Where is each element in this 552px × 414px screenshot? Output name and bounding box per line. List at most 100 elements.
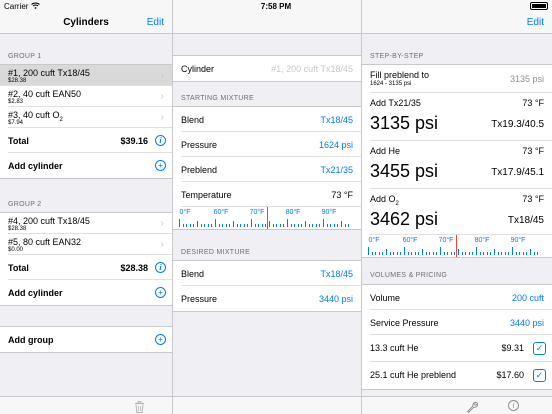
add-cylinder-label: Add cylinder: [8, 288, 63, 298]
ruler-tick: [337, 224, 339, 227]
ruler-tick: [341, 221, 342, 227]
info-icon[interactable]: i: [508, 400, 519, 411]
edit-button[interactable]: Edit: [527, 17, 544, 28]
step-row-2: Add He 73 °F 3455 psi Tx17.9/45.1: [370, 141, 552, 189]
blend-value[interactable]: Tx18/45: [320, 269, 353, 279]
ruler-tick: [344, 224, 346, 227]
service-pressure-label: Service Pressure: [370, 318, 439, 328]
cylinder-select-row[interactable]: Cylinder #1, 200 cuft Tx18/45: [181, 56, 361, 81]
ruler-tick: [429, 252, 431, 255]
temperature-slider[interactable]: 0°F 60°F 70°F 80°F 90°F: [173, 207, 361, 229]
ruler-tick: [530, 249, 531, 255]
ruler-tick: [396, 252, 398, 255]
cylinder-name: #1, 200 cuft Tx18/45: [8, 68, 90, 78]
battery-indicator: [530, 2, 548, 10]
ruler-label: 60°F: [402, 237, 418, 244]
ruler-tick: [404, 247, 405, 255]
ruler-tick: [283, 224, 285, 227]
ruler-tick: [200, 224, 202, 227]
ruler-tick: [179, 219, 180, 227]
starting-mixture-group: Blend Tx18/45 Pressure 1624 psi Preblend…: [173, 106, 361, 230]
ruler-tick: [418, 252, 420, 255]
right-toolbar: i: [362, 396, 552, 414]
ruler-tick: [519, 252, 521, 255]
desired-mixture-header: DESIRED MIXTURE: [181, 249, 251, 256]
add-cylinder-row-1[interactable]: Add cylinder +: [8, 153, 172, 178]
mixture-panel: Cylinder #1, 200 cuft Tx18/45 STARTING M…: [173, 0, 362, 414]
ruler-tick: [315, 224, 317, 227]
volume-value[interactable]: 200 cuft: [512, 293, 544, 303]
ruler-tick: [375, 252, 377, 255]
ruler-tick: [368, 247, 369, 255]
ruler-label: 60°F: [213, 209, 229, 216]
cylinder-row-3[interactable]: #3, 40 cuft O2 $7.94 ›: [8, 107, 172, 128]
ruler-tick: [386, 249, 387, 255]
temperature-needle[interactable]: [267, 207, 268, 229]
desired-blend-row[interactable]: Blend Tx18/45: [181, 261, 361, 286]
ruler-tick: [497, 252, 499, 255]
info-icon[interactable]: i: [155, 262, 166, 273]
ruler-tick: [476, 247, 477, 255]
add-group-row[interactable]: Add group +: [8, 327, 172, 352]
wrench-icon[interactable]: [466, 400, 479, 414]
temperature-needle[interactable]: [456, 235, 457, 257]
ruler-tick: [218, 224, 220, 227]
service-pressure-value[interactable]: 3440 psi: [510, 318, 544, 328]
ruler-label: 90°F: [321, 209, 337, 216]
add-icon[interactable]: +: [155, 160, 166, 171]
step-temperature: 73 °F: [522, 146, 544, 156]
ruler-tick: [512, 247, 513, 255]
step-pressure: 3462 psi: [370, 209, 439, 229]
volume-row[interactable]: Volume 200 cuft: [370, 285, 552, 310]
ruler-tick: [297, 224, 299, 227]
cylinders-panel: Cylinders Edit GROUP 1 #1, 200 cuft Tx18…: [0, 0, 173, 414]
total-value: $28.38: [120, 263, 148, 273]
cylinder-price: $28.38: [8, 78, 27, 84]
ruler-tick: [182, 224, 184, 227]
checkbox-icon[interactable]: ✓: [533, 369, 546, 382]
step-mix: Tx18/45: [507, 215, 544, 226]
temperature-slider[interactable]: 0°F 60°F 70°F 80°F 90°F: [362, 235, 552, 257]
cylinder-row-5[interactable]: #5, 80 cuft EAN32 $0.00 ›: [8, 234, 172, 255]
checkbox-icon[interactable]: ✓: [533, 342, 546, 355]
group-1-list: #1, 200 cuft Tx18/45 $28.38 › #2, 40 cuf…: [0, 64, 172, 179]
pressure-value[interactable]: 1624 psi: [319, 140, 353, 150]
status-bar: Carrier 7:58 PM: [0, 0, 552, 12]
ruler-tick: [522, 252, 524, 255]
cylinder-row-4[interactable]: #4, 200 cuft Tx18/45 $28.38 ›: [8, 213, 172, 234]
status-time: 7:58 PM: [260, 2, 292, 11]
cylinder-row-2[interactable]: #2, 40 cuft EAN50 $2.83 ›: [8, 86, 172, 107]
ruler-tick: [233, 221, 234, 227]
ruler-tick: [447, 252, 449, 255]
cylinder-row-1[interactable]: #1, 200 cuft Tx18/45 $28.38 ›: [0, 65, 172, 86]
ruler-tick: [272, 224, 274, 227]
price-value: $9.31: [501, 343, 524, 353]
step-temperature: 73 °F: [522, 98, 544, 108]
pressure-value[interactable]: 3440 psi: [319, 294, 353, 304]
ruler-tick: [465, 252, 467, 255]
starting-preblend-row[interactable]: Preblend Tx21/35: [181, 157, 361, 182]
cylinder-field[interactable]: #1, 200 cuft Tx18/45: [271, 64, 353, 74]
ruler-tick: [458, 249, 459, 255]
fill-preblend-row: Fill preblend to 1624 - 3135 psi 3135 ps…: [370, 65, 552, 93]
volumes-pricing-header: VOLUMES & PRICING: [370, 272, 448, 279]
preblend-value[interactable]: Tx21/35: [320, 165, 353, 175]
ruler-tick: [461, 252, 463, 255]
info-icon[interactable]: i: [155, 135, 166, 146]
add-icon[interactable]: +: [155, 287, 166, 298]
add-icon[interactable]: +: [155, 334, 166, 345]
step-label: Add Tx21/35: [370, 98, 421, 108]
trash-icon[interactable]: [134, 400, 145, 414]
ruler-tick: [189, 224, 191, 227]
edit-button[interactable]: Edit: [147, 17, 164, 28]
add-cylinder-row-2[interactable]: Add cylinder +: [8, 280, 172, 305]
service-pressure-row[interactable]: Service Pressure 3440 psi: [370, 310, 552, 335]
desired-pressure-row[interactable]: Pressure 3440 psi: [181, 286, 361, 311]
starting-blend-row[interactable]: Blend Tx18/45: [181, 107, 361, 132]
ruler-tick: [301, 224, 303, 227]
step-pressure: 3455 psi: [370, 161, 439, 181]
blend-value[interactable]: Tx18/45: [320, 115, 353, 125]
ruler-tick: [425, 252, 427, 255]
fill-preblend-value: 3135 psi: [509, 74, 544, 84]
starting-pressure-row[interactable]: Pressure 1624 psi: [181, 132, 361, 157]
